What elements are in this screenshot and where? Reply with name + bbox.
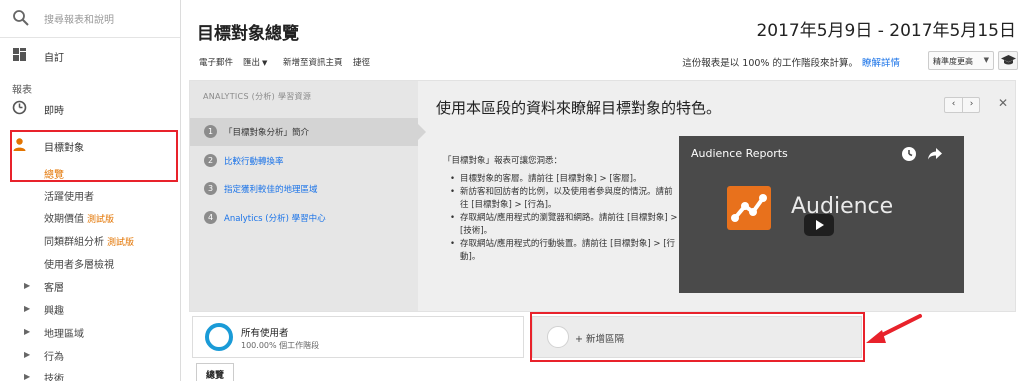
learning-hat-button[interactable] xyxy=(998,51,1018,70)
video-title: Audience Reports xyxy=(691,147,788,160)
sidebar-subitem-label: 同類群組分析 xyxy=(44,237,104,248)
sidebar-subitem-label: 效期價值 xyxy=(44,214,84,225)
sidebar-item-realtime[interactable]: 即時 xyxy=(0,93,180,123)
learning-bullet-list: 目標對象的客層。請前往 [目標對象] > [客層]。 新訪客和回訪者的比例，以及… xyxy=(450,173,680,264)
segment-all-users[interactable]: 所有使用者 100.00% 個工作階段 xyxy=(192,316,524,358)
expand-arrow-icon[interactable]: ▶ xyxy=(24,327,30,336)
dashboard-grid-icon xyxy=(13,48,26,61)
step-number: 1 xyxy=(204,125,217,138)
expand-arrow-icon[interactable]: ▶ xyxy=(24,281,30,290)
learning-step-4[interactable]: 4 Analytics (分析) 學習中心 xyxy=(190,204,418,232)
expand-arrow-icon[interactable]: ▶ xyxy=(24,350,30,359)
sidebar-subitem-geo[interactable]: 地理區域 xyxy=(44,325,84,340)
beta-badge: 測試版 xyxy=(87,215,115,225)
watch-later-icon[interactable] xyxy=(901,146,917,162)
learning-steps-list: ANALYTICS (分析) 學習資源 1 「目標對象分析」簡介 2 比較行動轉… xyxy=(190,81,426,311)
search-input[interactable]: 搜尋報表和說明 xyxy=(44,11,114,26)
learning-panel-header: ANALYTICS (分析) 學習資源 xyxy=(203,92,312,101)
step-number: 2 xyxy=(204,154,217,167)
tab-overview[interactable]: 總覽 xyxy=(196,363,234,381)
sidebar-item-label: 即時 xyxy=(44,106,64,117)
video-player[interactable]: Audience Reports Audience xyxy=(679,136,964,293)
list-item: 存取網站/應用程式的瀏覽器和網路。請前往 [目標對象] > [技術]。 xyxy=(450,212,680,238)
expand-arrow-icon[interactable]: ▶ xyxy=(24,304,30,313)
chevron-down-icon: ▼ xyxy=(262,59,268,67)
step-label: 指定獲利較佳的地理區域 xyxy=(224,185,318,195)
precision-select-value: 精準度更高 xyxy=(933,57,973,66)
sidebar-subitem-lifetime-value[interactable]: 效期價值 測試版 xyxy=(44,210,114,225)
beta-badge: 測試版 xyxy=(107,238,135,248)
next-page-button[interactable]: › xyxy=(963,99,980,109)
graduation-cap-icon xyxy=(1001,55,1016,65)
trend-chart-icon xyxy=(731,194,767,222)
add-to-dashboard-button[interactable]: 新增至資訊主頁 xyxy=(283,56,343,68)
learning-intro: 「目標對象」報表可讓您洞悉： xyxy=(443,156,563,166)
email-button[interactable]: 電子郵件 xyxy=(199,56,233,68)
sidebar-subitem-behavior[interactable]: 行為 xyxy=(44,348,64,363)
step-number: 3 xyxy=(204,182,217,195)
sidebar-subitem-demographics[interactable]: 客層 xyxy=(44,279,64,294)
sampling-info-text: 這份報表是以 100% 的工作階段來計算。 xyxy=(682,58,858,69)
learn-more-link[interactable]: 瞭解詳情 xyxy=(862,58,900,69)
annotation-highlight-box xyxy=(530,312,865,362)
sidebar-item-custom[interactable]: 自訂 xyxy=(0,40,180,70)
learning-step-1[interactable]: 1 「目標對象分析」簡介 xyxy=(190,118,426,146)
segment-ring-icon xyxy=(205,323,233,351)
date-range-picker[interactable]: 2017年5月9日 - 2017年5月15日 xyxy=(756,16,1016,41)
expand-arrow-icon[interactable]: ▶ xyxy=(24,372,30,381)
search-box[interactable]: 搜尋報表和說明 xyxy=(0,0,180,38)
sidebar-subitem-user-explorer[interactable]: 使用者多層檢視 xyxy=(44,256,114,271)
search-icon xyxy=(13,10,29,26)
step-label: 比較行動轉換率 xyxy=(224,157,284,167)
learning-step-3[interactable]: 3 指定獲利較佳的地理區域 xyxy=(190,175,418,203)
segment-name: 所有使用者 xyxy=(241,328,289,339)
sampling-info: 這份報表是以 100% 的工作階段來計算。 瞭解詳情 xyxy=(682,55,900,69)
clock-icon xyxy=(12,100,27,115)
close-icon[interactable]: ✕ xyxy=(998,96,1008,110)
export-label: 匯出 xyxy=(243,58,261,68)
precision-select[interactable]: 精準度更高 ▼ xyxy=(928,51,994,70)
list-item: 存取網站/應用程式的行動裝置。請前往 [目標對象] > [行動]。 xyxy=(450,238,680,264)
sidebar-subitem-cohort[interactable]: 同類群組分析 測試版 xyxy=(44,233,134,248)
step-label: 「目標對象分析」簡介 xyxy=(224,128,310,138)
sidebar-subitem-technology[interactable]: 技術 xyxy=(44,370,64,381)
learning-step-2[interactable]: 2 比較行動轉換率 xyxy=(190,147,418,175)
prev-page-button[interactable]: ‹ xyxy=(945,99,962,109)
step-label: Analytics (分析) 學習中心 xyxy=(224,214,326,224)
sidebar-subitem-interests[interactable]: 興趣 xyxy=(44,302,64,317)
annotation-arrow-icon xyxy=(866,314,922,343)
export-button[interactable]: 匯出 ▼ xyxy=(243,56,267,68)
list-item: 目標對象的客層。請前往 [目標對象] > [客層]。 xyxy=(450,173,680,186)
sidebar: 搜尋報表和說明 自訂 報表 即時 目標對象 總覽 活躍使用者 效期價值 測試版 同… xyxy=(0,0,181,381)
chevron-down-icon: ▼ xyxy=(983,56,989,64)
shortcut-button[interactable]: 捷徑 xyxy=(353,56,370,68)
learning-pager: ‹ › xyxy=(944,97,980,113)
sidebar-item-label: 自訂 xyxy=(44,53,64,64)
page-title: 目標對象總覽 xyxy=(197,24,299,44)
annotation-highlight-box xyxy=(10,130,178,182)
play-button[interactable] xyxy=(804,214,834,236)
share-icon[interactable] xyxy=(927,147,943,161)
learning-title: 使用本區段的資料來瞭解目標對象的特色。 xyxy=(436,99,722,117)
sidebar-subitem-active-users[interactable]: 活躍使用者 xyxy=(44,188,94,203)
list-item: 新訪客和回訪者的比例，以及使用者參與度的情況。請前往 [目標對象] > [行為]… xyxy=(450,186,680,212)
step-number: 4 xyxy=(204,211,217,224)
report-toolbar: 電子郵件 匯出 ▼ 新增至資訊主頁 捷徑 這份報表是以 100% 的工作階段來計算… xyxy=(181,48,1024,74)
segment-session-share: 100.00% 個工作階段 xyxy=(241,341,320,350)
analytics-logo-icon xyxy=(727,186,771,230)
